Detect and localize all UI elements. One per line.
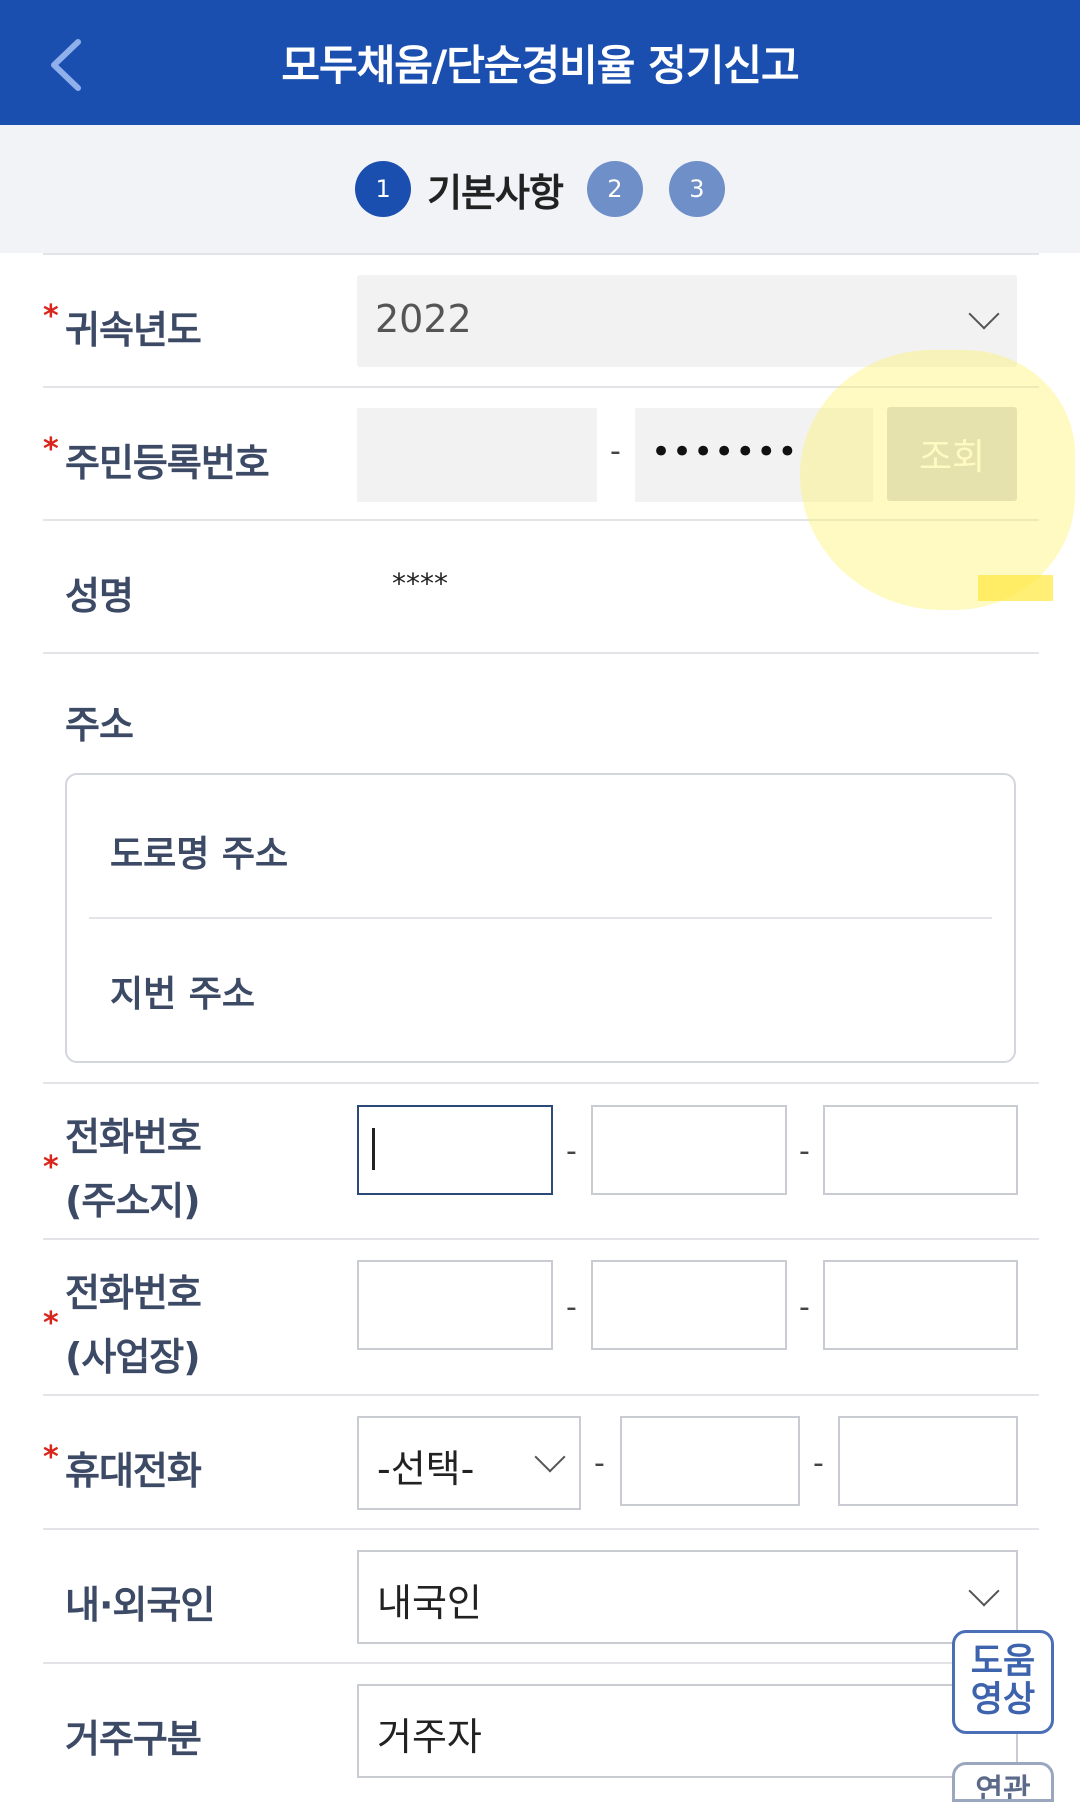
year-row: * 귀속년도 2022 xyxy=(43,253,1039,388)
home-phone-area-input[interactable] xyxy=(357,1105,553,1195)
dash-separator: - xyxy=(610,434,621,469)
dash-separator: - xyxy=(799,1290,810,1325)
business-phone-middle-input[interactable] xyxy=(591,1260,787,1350)
nationality-value: 내국인 xyxy=(377,1581,482,1625)
required-marker: * xyxy=(43,1150,59,1185)
mobile-middle-input[interactable] xyxy=(620,1416,800,1506)
required-marker: * xyxy=(43,432,59,467)
home-phone-label-line1: 전화번호 xyxy=(65,1115,202,1159)
divider xyxy=(89,917,992,919)
home-phone-label-line2: (주소지) xyxy=(65,1179,201,1223)
related-button[interactable]: 연관 xyxy=(952,1762,1054,1802)
app-header: 모두채움/단순경비율 정기신고 xyxy=(0,0,1080,125)
name-value: **** xyxy=(392,567,448,600)
resident-id-label: 주민등록번호 xyxy=(65,441,270,485)
step-3-circle[interactable]: 3 xyxy=(668,161,725,217)
masked-digits: ••••••• xyxy=(651,432,799,472)
text-cursor xyxy=(372,1128,375,1170)
page-title: 모두채움/단순경비율 정기신고 xyxy=(281,41,799,90)
dash-separator: - xyxy=(799,1134,810,1169)
help-text-line2: 영상 xyxy=(970,1680,1036,1720)
help-text-line1: 도움 xyxy=(970,1642,1036,1682)
step-1-circle[interactable]: 1 xyxy=(355,161,412,217)
year-value: 2022 xyxy=(375,297,472,341)
dash-separator: - xyxy=(566,1290,577,1325)
residency-value: 거주자 xyxy=(377,1715,482,1759)
home-phone-row: * 전화번호 (주소지) - - xyxy=(43,1082,1039,1240)
step-2-circle[interactable]: 2 xyxy=(586,161,643,217)
chevron-down-icon xyxy=(534,1441,566,1473)
required-marker: * xyxy=(43,1440,59,1475)
road-address[interactable]: 도로명 주소 xyxy=(110,825,288,877)
name-row: 성명 **** xyxy=(43,519,1039,654)
carrier-placeholder: -선택- xyxy=(377,1447,475,1491)
resident-id-first-input[interactable] xyxy=(357,408,597,502)
home-phone-middle-input[interactable] xyxy=(591,1105,787,1195)
dash-separator: - xyxy=(566,1134,577,1169)
residency-select[interactable]: 거주자 xyxy=(357,1684,1018,1778)
nationality-label: 내·외국인 xyxy=(65,1583,215,1627)
business-phone-label-line2: (사업장) xyxy=(65,1335,201,1379)
name-label: 성명 xyxy=(65,574,134,618)
required-marker: * xyxy=(43,1306,59,1341)
help-video-button[interactable]: 도움 영상 xyxy=(952,1630,1054,1734)
residency-row: 거주구분 거주자 xyxy=(43,1662,1039,1792)
dash-separator: - xyxy=(594,1446,605,1481)
dash-separator: - xyxy=(813,1446,824,1481)
mobile-row: * 휴대전화 -선택- - - xyxy=(43,1394,1039,1530)
year-select[interactable]: 2022 xyxy=(357,275,1017,367)
carrier-select[interactable]: -선택- xyxy=(357,1416,581,1510)
step-1-label: 기본사항 xyxy=(427,170,564,215)
business-phone-area-input[interactable] xyxy=(357,1260,553,1350)
back-arrow-icon[interactable] xyxy=(44,38,88,92)
mobile-last-input[interactable] xyxy=(838,1416,1018,1506)
business-phone-row: * 전화번호 (사업장) - - xyxy=(43,1238,1039,1396)
resident-id-second-input[interactable]: ••••••• xyxy=(635,408,873,502)
chevron-down-icon xyxy=(968,298,1000,330)
required-marker: * xyxy=(43,299,59,334)
nationality-select[interactable]: 내국인 xyxy=(357,1550,1018,1644)
business-phone-last-input[interactable] xyxy=(823,1260,1018,1350)
lot-address[interactable]: 지번 주소 xyxy=(110,965,255,1017)
nationality-row: 내·외국인 내국인 xyxy=(43,1528,1039,1664)
business-phone-label-line1: 전화번호 xyxy=(65,1271,202,1315)
chevron-down-icon xyxy=(968,1575,1000,1607)
mobile-label: 휴대전화 xyxy=(65,1449,202,1493)
address-label: 주소 xyxy=(65,703,134,747)
lookup-button[interactable]: 조회 xyxy=(887,407,1017,501)
year-label: 귀속년도 xyxy=(65,308,202,352)
residency-label: 거주구분 xyxy=(65,1717,202,1761)
step-indicator: 1 기본사항 2 3 xyxy=(0,125,1080,253)
home-phone-last-input[interactable] xyxy=(823,1105,1018,1195)
address-box: 도로명 주소 지번 주소 xyxy=(65,773,1016,1063)
